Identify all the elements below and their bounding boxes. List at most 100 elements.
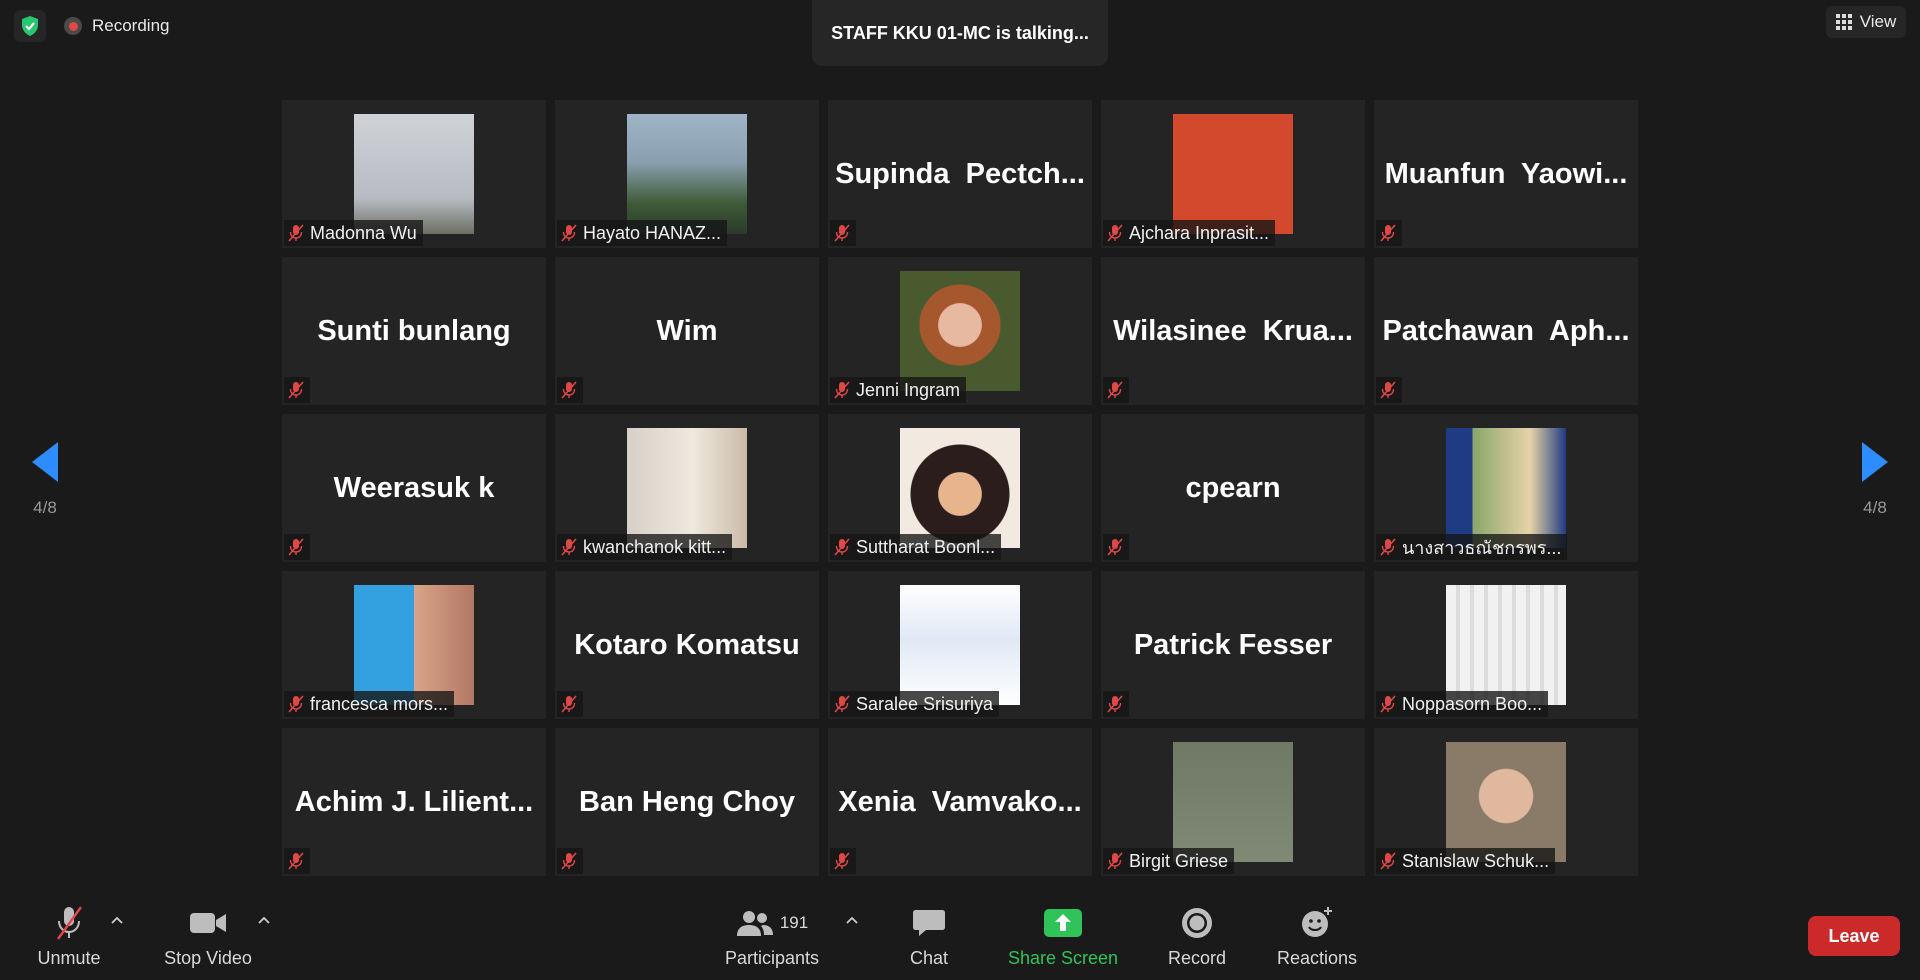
participants-icon <box>736 911 773 936</box>
participant-tile[interactable]: Muanfun Yaowi... <box>1374 100 1638 248</box>
participant-tile[interactable]: Hayato HANAZ... <box>555 100 819 248</box>
active-speaker-banner: STAFF KKU 01-MC is talking... <box>812 0 1108 66</box>
muted-mic-icon <box>561 224 577 242</box>
participant-tile[interactable]: Madonna Wu <box>282 100 546 248</box>
participant-name-tag <box>557 848 583 874</box>
photo-statue <box>627 114 747 234</box>
participant-name-tag: Madonna Wu <box>284 220 423 246</box>
participant-name-tag: Stanislaw Schuk... <box>1376 848 1556 874</box>
participant-name-tag: นางสาวธณัชกรพร... <box>1376 534 1568 560</box>
page-indicator-right: 4/8 <box>1863 498 1887 517</box>
participant-tile[interactable]: Patchawan Aph... <box>1374 257 1638 405</box>
photo-woman-chalkboard <box>1173 742 1293 862</box>
participant-tile[interactable]: kwanchanok kitt... <box>555 414 819 562</box>
photo-woman-sitting <box>627 428 747 548</box>
view-button[interactable]: View <box>1826 6 1906 38</box>
participant-name-label: นางสาวธณัชกรพร... <box>1402 537 1562 558</box>
muted-mic-icon <box>1380 224 1396 242</box>
participant-tile[interactable]: Suttharat Boonl... <box>828 414 1092 562</box>
unmute-button[interactable]: Unmute <box>28 894 110 980</box>
participant-name-label: Stanislaw Schuk... <box>1402 850 1550 871</box>
participant-name-tag <box>557 691 583 717</box>
participant-tile[interactable]: Birgit Griese <box>1101 728 1365 876</box>
arrow-right-icon[interactable] <box>1860 440 1890 484</box>
reactions-label: Reactions <box>1276 948 1358 968</box>
participant-name-tag: Saralee Srisuriya <box>830 691 1000 717</box>
participant-display-name: Sunti bunlang <box>317 314 511 347</box>
record-icon <box>1181 905 1213 941</box>
audio-options-chevron-up-icon[interactable] <box>107 910 127 930</box>
muted-mic-icon <box>561 852 577 870</box>
participants-label: Participants <box>724 948 820 968</box>
muted-mic-icon <box>288 695 304 713</box>
previous-page-nav[interactable]: 4/8 <box>0 440 90 580</box>
participant-tile[interactable]: Weerasuk k <box>282 414 546 562</box>
participant-name-label: Ajchara Inprasit... <box>1129 222 1270 243</box>
participant-tile[interactable]: Xenia Vamvako... <box>828 728 1092 876</box>
stop-video-button[interactable]: Stop Video <box>160 894 256 980</box>
participant-tile[interactable]: Kotaro Komatsu <box>555 571 819 719</box>
photo-pme44-poster <box>900 585 1020 705</box>
participants-options-chevron-up-icon[interactable] <box>842 910 862 930</box>
participant-tile[interactable]: francesca mors... <box>282 571 546 719</box>
leave-button[interactable]: Leave <box>1808 916 1900 956</box>
reactions-button[interactable]: Reactions <box>1276 894 1358 980</box>
muted-mic-icon <box>288 381 304 399</box>
share-screen-arrow-icon <box>1044 905 1082 941</box>
participant-name-tag <box>1376 377 1402 403</box>
record-button[interactable]: Record <box>1160 894 1234 980</box>
participant-tile[interactable]: Saralee Srisuriya <box>828 571 1092 719</box>
participant-tile[interactable]: Ajchara Inprasit... <box>1101 100 1365 248</box>
muted-mic-icon <box>834 381 850 399</box>
participant-tile[interactable]: นางสาวธณัชกรพร... <box>1374 414 1638 562</box>
participant-tile[interactable]: Patrick Fesser <box>1101 571 1365 719</box>
participant-grid: Madonna Wu Hayato HANAZ... Supinda Pectch.… <box>282 100 1638 876</box>
participant-tile[interactable]: Wim <box>555 257 819 405</box>
participants-button[interactable]: 191 Participants <box>720 894 824 980</box>
video-options-chevron-up-icon[interactable] <box>254 910 274 930</box>
muted-mic-icon <box>561 538 577 556</box>
participant-name-tag: Hayato HANAZ... <box>557 220 728 246</box>
participant-tile[interactable]: Stanislaw Schuk... <box>1374 728 1638 876</box>
recording-indicator[interactable]: Recording <box>64 12 170 40</box>
photo-jumping-person <box>354 114 474 234</box>
share-screen-button[interactable]: Share Screen <box>1006 894 1120 980</box>
muted-mic-icon <box>1107 381 1123 399</box>
arrow-left-icon[interactable] <box>30 440 60 484</box>
recording-dot-icon <box>64 17 82 35</box>
participant-name-label: Madonna Wu <box>310 222 417 243</box>
muted-mic-icon <box>834 224 850 242</box>
photo-woman-red-hair <box>900 271 1020 391</box>
participant-name-label: Hayato HANAZ... <box>583 222 722 243</box>
participant-name-tag <box>284 848 310 874</box>
participant-name-tag: Suttharat Boonl... <box>830 534 1002 560</box>
participant-tile[interactable]: Achim J. Lilient... <box>282 728 546 876</box>
participant-name-tag <box>1376 220 1402 246</box>
security-shield-icon[interactable] <box>14 10 46 42</box>
participant-tile[interactable]: Noppasorn Boo... <box>1374 571 1638 719</box>
participant-tile[interactable]: Ban Heng Choy <box>555 728 819 876</box>
participant-tile[interactable]: Sunti bunlang <box>282 257 546 405</box>
participant-display-name: Xenia Vamvako... <box>838 785 1082 818</box>
participant-tile[interactable]: Jenni Ingram <box>828 257 1092 405</box>
participant-name-tag: Birgit Griese <box>1103 848 1235 874</box>
muted-mic-icon <box>1380 381 1396 399</box>
record-label: Record <box>1167 948 1227 968</box>
participant-tile[interactable]: Supinda Pectch... <box>828 100 1092 248</box>
muted-mic-icon <box>1107 224 1123 242</box>
unmute-label: Unmute <box>37 948 101 968</box>
muted-mic-icon <box>561 695 577 713</box>
participant-tile[interactable]: cpearn <box>1101 414 1365 562</box>
participant-tile[interactable]: Wilasinee Krua... <box>1101 257 1365 405</box>
participant-name-tag <box>284 534 310 560</box>
chat-button[interactable]: Chat <box>896 894 962 980</box>
muted-mic-icon <box>1107 852 1123 870</box>
photo-university-logo <box>1173 114 1293 234</box>
next-page-nav[interactable]: 4/8 <box>1830 440 1920 580</box>
participant-name-tag <box>1103 534 1129 560</box>
muted-mic-icon <box>834 538 850 556</box>
video-camera-icon <box>189 905 227 941</box>
photo-man-glasses <box>1446 742 1566 862</box>
participants-count: 191 <box>779 913 809 932</box>
photo-woman-glasses <box>354 585 474 705</box>
